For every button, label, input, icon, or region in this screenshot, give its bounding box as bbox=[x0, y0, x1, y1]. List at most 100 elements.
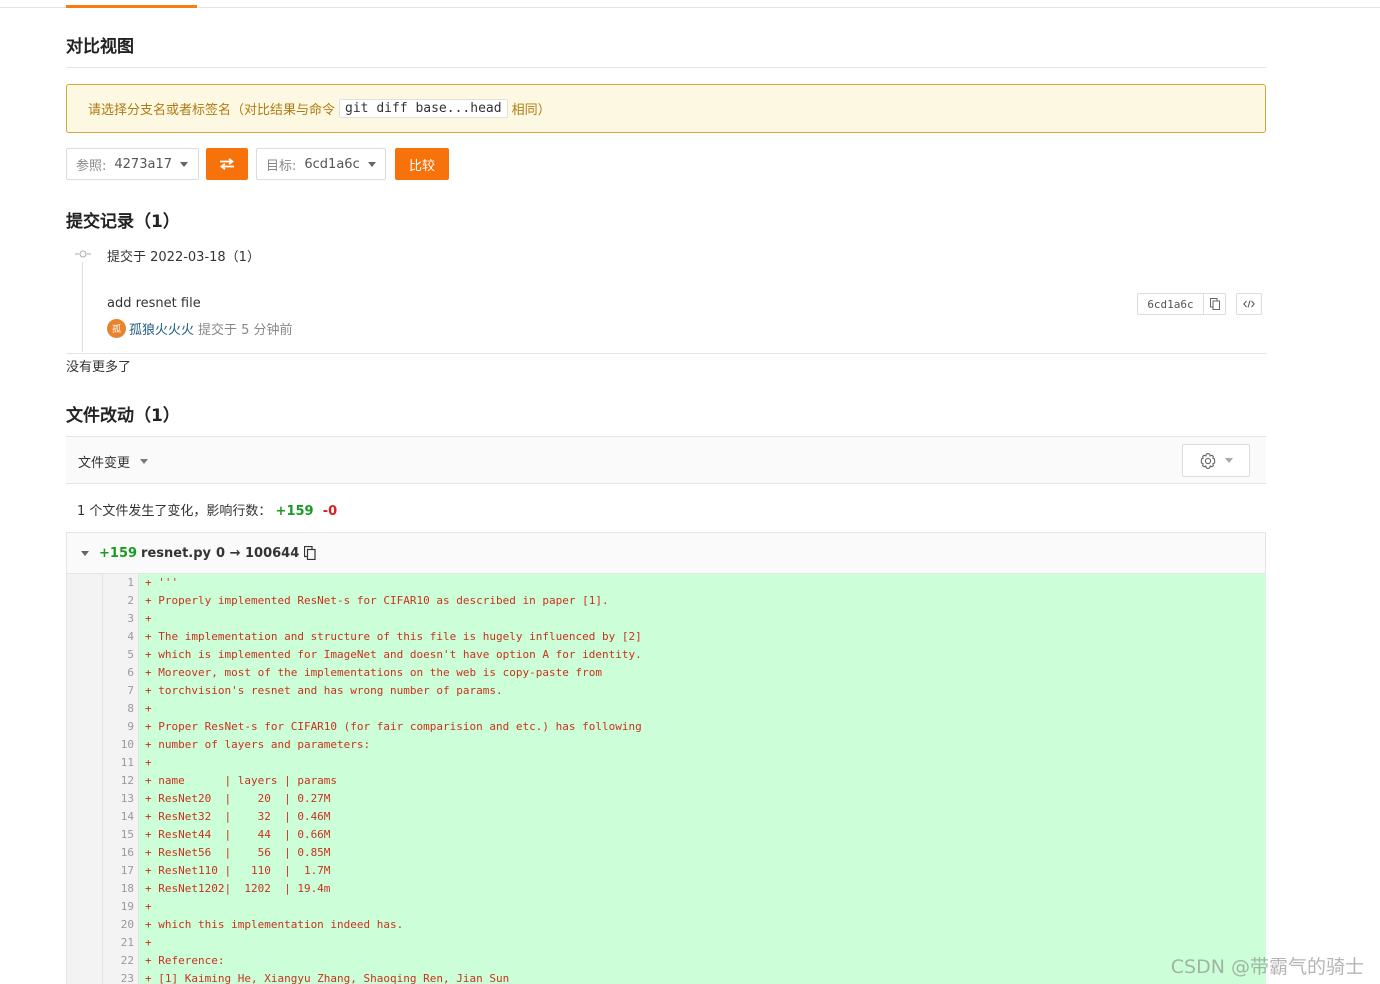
swap-button[interactable] bbox=[206, 148, 248, 180]
commits-heading: 提交记录（1） bbox=[66, 212, 180, 232]
code-text: + ResNet44 | 44 | 0.66M bbox=[145, 828, 331, 841]
line-number[interactable]: 18 bbox=[103, 880, 134, 898]
line-number[interactable]: 8 bbox=[103, 700, 134, 718]
code-text: + bbox=[145, 612, 152, 625]
code-icon bbox=[1243, 300, 1255, 308]
line-number[interactable]: 5 bbox=[103, 646, 134, 664]
code-text: + bbox=[145, 936, 152, 949]
target-select-value: 6cd1a6c bbox=[304, 156, 360, 172]
commit-sha-box: 6cd1a6c bbox=[1137, 293, 1226, 315]
line-number[interactable]: 15 bbox=[103, 826, 134, 844]
line-number[interactable]: 17 bbox=[103, 862, 134, 880]
diff-summary: 1 个文件发生了变化，影响行数： +159 -0 bbox=[77, 500, 337, 519]
notice-banner: 请选择分支名或者标签名（对比结果与命令 git diff base...head… bbox=[66, 84, 1266, 133]
line-number[interactable]: 3 bbox=[103, 610, 134, 628]
diff-line: 6 + Moreover, most of the implementations… bbox=[67, 664, 1266, 682]
swap-arrows-icon bbox=[220, 158, 234, 170]
diff-line: 19 + bbox=[67, 898, 1266, 916]
line-number[interactable]: 6 bbox=[103, 664, 134, 682]
commit-author[interactable]: 孤狼火火火 bbox=[129, 319, 194, 338]
diff-line: 18 + ResNet1202| 1202 | 19.4m bbox=[67, 880, 1266, 898]
timeline-line bbox=[82, 262, 83, 352]
base-select[interactable]: 参照: 4273a17 bbox=[66, 148, 199, 180]
line-number[interactable]: 23 bbox=[103, 970, 134, 984]
code-text: + Proper ResNet-s for CIFAR10 (for fair … bbox=[145, 720, 642, 733]
browse-code-button[interactable] bbox=[1236, 293, 1262, 315]
line-number[interactable]: 9 bbox=[103, 718, 134, 736]
line-number[interactable]: 1 bbox=[103, 574, 134, 592]
notice-text-end: 相同） bbox=[511, 103, 551, 118]
target-select-label: 目标: bbox=[266, 158, 297, 174]
diff-line: 4 + The implementation and structure of t… bbox=[67, 628, 1266, 646]
diff-file-additions: +159 bbox=[99, 545, 138, 561]
line-number[interactable]: 7 bbox=[103, 682, 134, 700]
diff-line: 1 + ''' bbox=[67, 574, 1266, 592]
diff-line: 21 + bbox=[67, 934, 1266, 952]
line-number[interactable]: 4 bbox=[103, 628, 134, 646]
file-filter-bar: 文件变更 bbox=[66, 436, 1266, 484]
chevron-down-icon bbox=[1225, 458, 1233, 463]
diff-summary-text: 1 个文件发生了变化，影响行数： bbox=[77, 504, 272, 519]
commit-meta: 孤 孤狼火火火 提交于 5 分钟前 bbox=[107, 319, 293, 338]
compare-button[interactable]: 比较 bbox=[395, 148, 449, 180]
file-filter-dropdown[interactable]: 文件变更 bbox=[78, 452, 149, 471]
diff-line: 15 + ResNet44 | 44 | 0.66M bbox=[67, 826, 1266, 844]
diff-line: 9 + Proper ResNet-s for CIFAR10 (for fair… bbox=[67, 718, 1266, 736]
chevron-down-icon bbox=[367, 161, 376, 167]
title-divider bbox=[66, 67, 1266, 68]
line-number[interactable]: 12 bbox=[103, 772, 134, 790]
additions-count: +159 bbox=[275, 504, 314, 519]
commits-divider bbox=[66, 353, 1266, 354]
line-number[interactable]: 10 bbox=[103, 736, 134, 754]
line-number[interactable]: 13 bbox=[103, 790, 134, 808]
target-select[interactable]: 目标: 6cd1a6c bbox=[256, 148, 386, 180]
diff-line: 12 + name | layers | params bbox=[67, 772, 1266, 790]
commit-sha[interactable]: 6cd1a6c bbox=[1138, 298, 1203, 311]
line-number[interactable]: 14 bbox=[103, 808, 134, 826]
diff-filename[interactable]: resnet.py bbox=[141, 546, 211, 561]
line-number[interactable]: 22 bbox=[103, 952, 134, 970]
diff-line: 7 + torchvision's resnet and has wrong nu… bbox=[67, 682, 1266, 700]
avatar[interactable]: 孤 bbox=[107, 319, 126, 338]
code-text: + The implementation and structure of th… bbox=[145, 630, 642, 643]
line-number[interactable]: 11 bbox=[103, 754, 134, 772]
diff-file-header[interactable]: +159 resnet.py 0 → 100644 bbox=[66, 532, 1266, 574]
line-number[interactable]: 21 bbox=[103, 934, 134, 952]
code-text: + number of layers and parameters: bbox=[145, 738, 371, 751]
page-title: 对比视图 bbox=[66, 37, 134, 57]
files-heading: 文件改动（1） bbox=[66, 406, 180, 426]
copy-path-icon[interactable] bbox=[304, 546, 316, 560]
diff-line: 22 + Reference: bbox=[67, 952, 1266, 970]
code-text: + ResNet56 | 56 | 0.85M bbox=[145, 846, 331, 859]
code-text: + Moreover, most of the implementations … bbox=[145, 666, 602, 679]
diff-settings-button[interactable] bbox=[1182, 444, 1250, 477]
diff-line: 10 + number of layers and parameters: bbox=[67, 736, 1266, 754]
line-number[interactable]: 20 bbox=[103, 916, 134, 934]
collapse-caret-icon[interactable] bbox=[81, 550, 89, 556]
diff-line: 3 + bbox=[67, 610, 1266, 628]
code-text: + bbox=[145, 756, 152, 769]
code-text: + ResNet32 | 32 | 0.46M bbox=[145, 810, 331, 823]
code-text: + ResNet20 | 20 | 0.27M bbox=[145, 792, 331, 805]
chevron-down-icon bbox=[140, 459, 149, 464]
code-text: + ''' bbox=[145, 576, 179, 589]
watermark: CSDN @带霸气的骑士 bbox=[1170, 956, 1364, 978]
copy-sha-button[interactable] bbox=[1203, 294, 1225, 314]
commit-time: 提交于 5 分钟前 bbox=[198, 323, 293, 338]
code-text: + torchvision's resnet and has wrong num… bbox=[145, 684, 503, 697]
code-text: + Properly implemented ResNet-s for CIFA… bbox=[145, 594, 609, 607]
diff-line: 16 + ResNet56 | 56 | 0.85M bbox=[67, 844, 1266, 862]
chevron-down-icon bbox=[179, 161, 188, 167]
line-number[interactable]: 2 bbox=[103, 592, 134, 610]
active-tab-indicator bbox=[66, 5, 197, 8]
diff-line: 20 + which this implementation indeed has… bbox=[67, 916, 1266, 934]
top-divider bbox=[0, 7, 1380, 8]
commit-group-label: 提交于 2022-03-18（1） bbox=[107, 250, 260, 265]
diff-line: 8 + bbox=[67, 700, 1266, 718]
code-text: + bbox=[145, 702, 152, 715]
line-number[interactable]: 16 bbox=[103, 844, 134, 862]
commit-message[interactable]: add resnet file bbox=[107, 296, 201, 311]
code-text: + name | layers | params bbox=[145, 774, 338, 787]
line-number[interactable]: 19 bbox=[103, 898, 134, 916]
base-select-label: 参照: bbox=[76, 158, 107, 174]
